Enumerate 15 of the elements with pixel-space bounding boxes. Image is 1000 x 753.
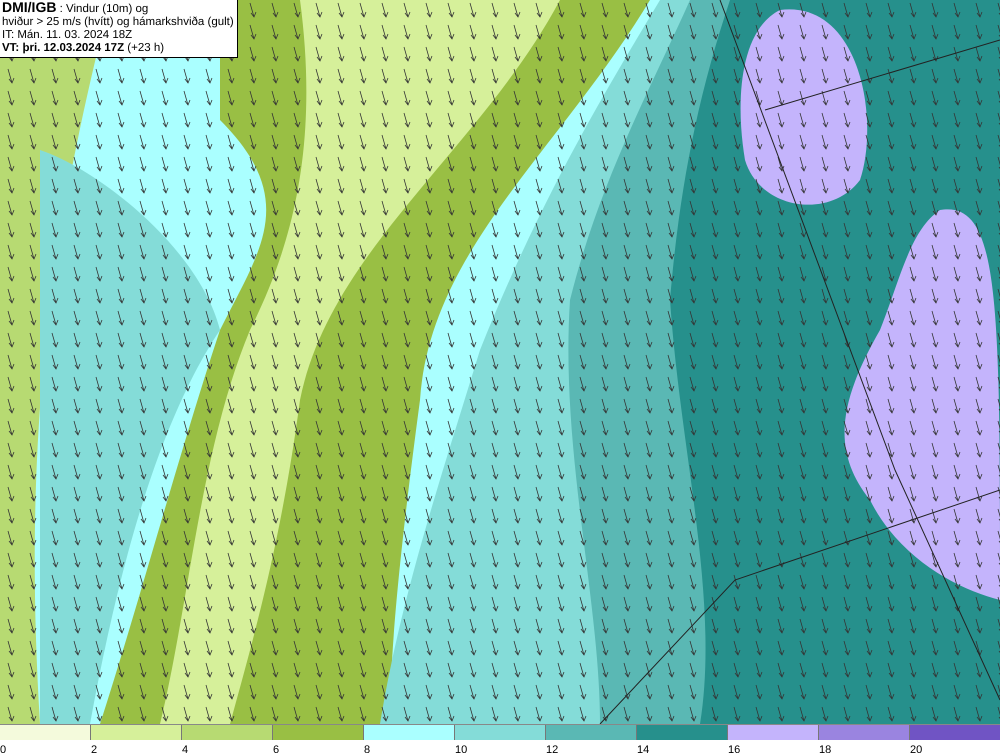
legend-tick-label: 0: [0, 744, 6, 753]
header-text: DMI/IGB : Vindur (10m) og: [2, 1, 150, 16]
header-text: hviður > 25 m/s (hvítt) og hámarkshviða (gult): [2, 16, 234, 29]
legend-tick-label: 12: [546, 744, 558, 753]
legend-tick-label: 18: [819, 744, 832, 753]
legend-tick-label: 16: [728, 744, 740, 753]
legend-tick-label: 14: [637, 744, 650, 753]
legend-tick-label: 6: [273, 744, 280, 753]
legend-tick-label: 10: [455, 744, 468, 753]
legend-tick-label: 2: [91, 744, 98, 753]
header-text: IT: Mán. 11. 03. 2024 18Z: [2, 29, 134, 42]
legend-tick-label: 20: [910, 744, 922, 753]
legend-tick-label: 8: [364, 744, 370, 753]
header-text: VT: þri. 12.03.2024 17Z (+23 h): [2, 42, 166, 55]
legend-tick-label: 4: [182, 744, 188, 753]
